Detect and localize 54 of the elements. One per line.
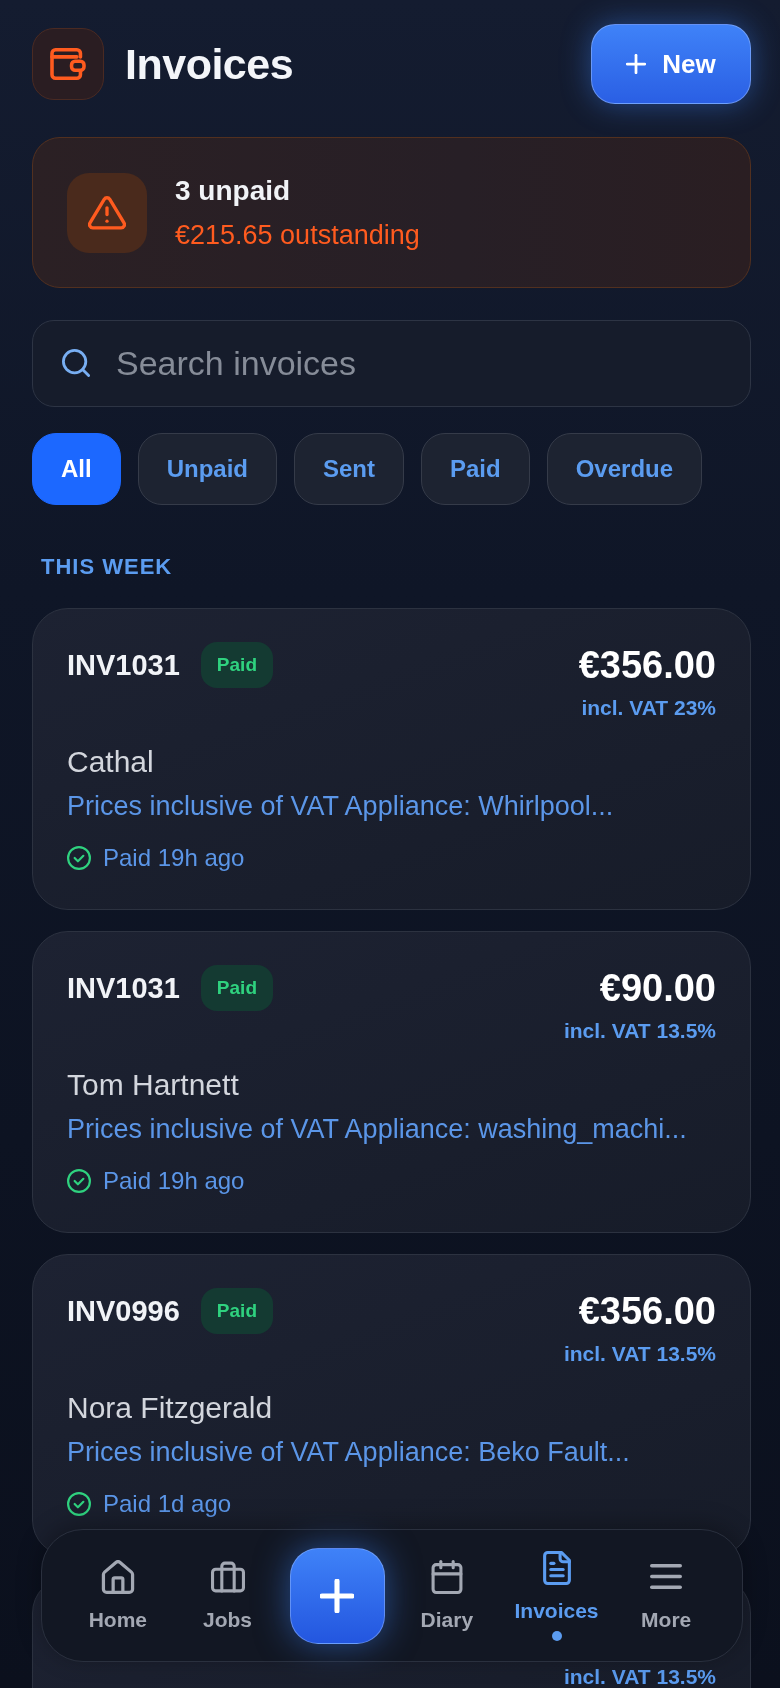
payment-note: Paid 1d ago xyxy=(103,1489,232,1519)
check-circle-icon xyxy=(67,846,91,870)
status-badge: Paid xyxy=(200,1288,273,1334)
payment-note: Paid 19h ago xyxy=(103,1166,245,1196)
invoice-amount: €90.00 xyxy=(599,966,716,1011)
check-circle-icon xyxy=(67,1169,91,1193)
new-button[interactable]: New xyxy=(591,24,751,104)
invoice-amount: €356.00 xyxy=(578,1289,716,1334)
customer-name: Nora Fitzgerald xyxy=(67,1391,274,1425)
invoice-description: Prices inclusive of VAT Appliance: Beko Fault... xyxy=(67,1436,631,1469)
wallet-icon xyxy=(32,28,104,100)
vat-note: incl. VAT 13.5% xyxy=(563,1342,716,1366)
plus-icon xyxy=(626,54,647,74)
calendar-icon xyxy=(429,1560,464,1594)
section-heading: THIS WEEK xyxy=(40,556,174,578)
nav-tab[interactable]: Jobs xyxy=(172,1560,283,1631)
status-badge: Paid xyxy=(200,965,273,1011)
invoice-card[interactable]: INV1031 Paid €356.00 incl. VAT 23% Cathal Prices inclusive of VAT Appliance: Whirlpool... Paid 19h ago xyxy=(32,608,751,910)
invoice-description: Prices inclusive of VAT Appliance: washing_machi... xyxy=(67,1113,688,1146)
invoice-card[interactable]: INV1031 Paid €90.00 incl. VAT 13.5% Tom Hartnett Prices inclusive of VAT Appliance: washing_machi... Paid 19h ago xyxy=(32,931,751,1233)
check-circle-icon xyxy=(67,1492,91,1516)
vat-note: incl. VAT 13.5% xyxy=(563,1665,716,1688)
menu-icon xyxy=(650,1564,683,1589)
search-field[interactable]: Search invoices xyxy=(32,320,751,407)
invoice-number: INV1031 xyxy=(67,648,180,683)
invoice-description: Prices inclusive of VAT Appliance: Whirlpool... xyxy=(67,790,615,823)
outstanding-amount: €215.65 outstanding xyxy=(175,218,420,251)
nav-tab[interactable]: Home xyxy=(63,1560,173,1631)
nav-tab[interactable]: More xyxy=(611,1560,722,1631)
invoice-number: INV0996 xyxy=(67,1294,180,1329)
search-icon xyxy=(62,349,90,377)
add-button[interactable] xyxy=(289,1547,385,1644)
filter-chip[interactable]: Sent xyxy=(294,433,404,505)
filter-chip[interactable]: Overdue xyxy=(546,433,703,505)
warning-icon xyxy=(67,172,147,253)
invoice-number: INV1031 xyxy=(67,971,180,1006)
filter-chip[interactable]: All xyxy=(32,433,121,505)
briefcase-icon xyxy=(210,1560,245,1594)
document-icon xyxy=(542,1550,571,1585)
plus-icon xyxy=(320,1578,355,1613)
customer-name: Cathal xyxy=(67,745,155,779)
status-badge: Paid xyxy=(200,642,273,688)
unpaid-count: 3 unpaid xyxy=(175,174,292,207)
page-title: Invoices xyxy=(125,39,294,89)
vat-note: incl. VAT 23% xyxy=(581,696,716,720)
nav-tab[interactable]: Diary xyxy=(392,1560,502,1631)
payment-note: Paid 19h ago xyxy=(103,843,245,873)
customer-name: Tom Hartnett xyxy=(67,1068,240,1102)
invoice-amount: €356.00 xyxy=(578,643,716,688)
filter-chip[interactable]: Unpaid xyxy=(137,433,277,505)
active-dot-icon xyxy=(551,1630,562,1641)
home-icon xyxy=(100,1560,135,1594)
filter-chip[interactable]: Paid xyxy=(421,433,530,505)
vat-note: incl. VAT 13.5% xyxy=(563,1019,716,1043)
